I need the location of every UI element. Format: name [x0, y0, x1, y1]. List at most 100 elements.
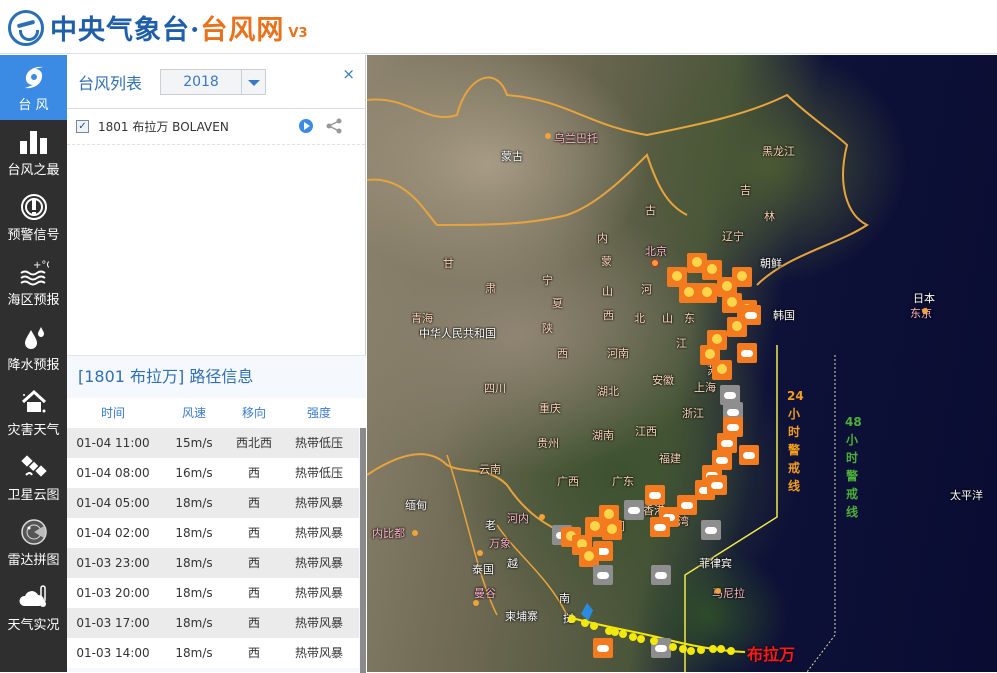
table-row[interactable]: 01-03 17:00 18m/s 西 热带风暴 — [67, 608, 359, 638]
track-point[interactable] — [687, 647, 695, 655]
city-marker[interactable] — [652, 260, 658, 266]
track-point[interactable] — [568, 615, 576, 623]
rain-weather-icon[interactable] — [737, 343, 757, 363]
sidebar-item-typhoon[interactable]: 台 风 — [0, 55, 67, 120]
typhoon-list-item[interactable]: ✓ 1801 布拉万 BOLAVEN — [67, 109, 365, 145]
track-point[interactable] — [717, 645, 725, 653]
typhoon-checkbox[interactable]: ✓ — [76, 120, 89, 133]
province-label: 安徽 — [652, 374, 674, 387]
track-point[interactable] — [727, 647, 735, 655]
sunny-weather-icon[interactable] — [602, 520, 622, 540]
satellite-icon — [19, 453, 49, 481]
rain-weather-icon[interactable] — [739, 445, 759, 465]
map-view[interactable]: 蒙古中华人民共和国朝鲜韩国日本缅甸老越挝南泰国柬埔寨菲律宾太平洋黑龙江吉林辽宁内… — [367, 55, 997, 672]
track-point[interactable] — [590, 622, 598, 630]
province-label: 福建 — [659, 452, 681, 465]
sidebar-item-warning-signal[interactable]: 预警信号 — [0, 185, 67, 250]
share-icon[interactable] — [325, 117, 343, 135]
track-point[interactable] — [619, 630, 627, 638]
sunny-weather-icon[interactable] — [697, 283, 717, 303]
cloudy-weather-icon[interactable] — [651, 565, 671, 585]
site-title-main: 中央气象台· — [50, 15, 201, 46]
country-label: 蒙古 — [501, 150, 523, 163]
cell-time: 01-04 02:00 — [76, 526, 150, 540]
province-label: 云南 — [479, 463, 501, 476]
site-title-sub: 台风网 — [200, 15, 285, 46]
city-marker[interactable] — [545, 133, 551, 139]
table-row[interactable]: 01-04 08:00 16m/s 西 热带低压 — [67, 458, 359, 488]
province-label: 山 — [662, 312, 673, 325]
sidebar-item-satellite[interactable]: 卫星云图 — [0, 445, 67, 510]
column-header-time: 时间 — [100, 406, 125, 420]
table-row[interactable]: 01-04 11:00 15m/s 西北西 热带低压 — [67, 428, 359, 458]
chevron-down-icon[interactable] — [241, 69, 265, 94]
table-row[interactable]: 01-04 05:00 18m/s 西 热带风暴 — [67, 488, 359, 518]
sunny-weather-icon[interactable] — [679, 283, 699, 303]
city-marker[interactable] — [539, 514, 545, 520]
cell-wind-speed: 15m/s — [175, 436, 213, 450]
city-marker[interactable] — [715, 588, 721, 594]
cell-intensity: 热带低压 — [294, 436, 343, 450]
cell-wind-speed: 18m/s — [175, 496, 213, 510]
province-label: 甘 — [443, 257, 454, 270]
sidebar-item-disaster-weather[interactable]: 灾害天气 — [0, 380, 67, 445]
table-row[interactable]: 01-03 20:00 18m/s 西 热带风暴 — [67, 578, 359, 608]
rain-weather-icon[interactable] — [645, 485, 665, 505]
typhoon-map-label[interactable]: 布拉万 — [747, 641, 795, 665]
track-point[interactable] — [650, 637, 658, 645]
header: 中央气象台· 台风网 V3 — [0, 0, 997, 54]
country-border — [367, 153, 688, 227]
warning-24h-text: 小时警戒线 — [787, 407, 800, 493]
rain-weather-icon[interactable] — [707, 475, 727, 495]
table-row[interactable]: 01-03 14:00 18m/s 西 热带风暴 — [67, 638, 359, 668]
sunny-weather-icon[interactable] — [579, 547, 599, 567]
province-label: 河 — [641, 283, 652, 296]
track-point[interactable] — [611, 628, 619, 636]
play-icon[interactable] — [299, 119, 313, 133]
country-border — [367, 76, 869, 286]
track-point[interactable] — [679, 645, 687, 653]
close-button[interactable]: × — [342, 65, 355, 83]
column-header-direction: 移向 — [241, 406, 266, 420]
cloudy-weather-icon[interactable] — [701, 520, 721, 540]
cell-intensity: 热带风暴 — [294, 586, 343, 600]
rain-weather-icon[interactable] — [593, 638, 613, 658]
track-point[interactable] — [669, 643, 677, 651]
track-point[interactable] — [629, 633, 637, 641]
table-row[interactable]: 01-03 23:00 18m/s 西 热带风暴 — [67, 548, 359, 578]
rain-weather-icon[interactable] — [677, 495, 697, 515]
sidebar-item-rain-forecast[interactable]: 降水预报 — [0, 315, 67, 380]
city-label: 万象 — [489, 537, 511, 550]
rain-weather-icon[interactable] — [650, 517, 670, 537]
province-label: 吉 — [740, 184, 751, 197]
cell-wind-speed: 16m/s — [175, 466, 213, 480]
track-point[interactable] — [637, 635, 645, 643]
city-marker[interactable] — [473, 600, 479, 606]
rain-weather-icon[interactable] — [741, 305, 761, 325]
scrollbar[interactable] — [360, 428, 366, 673]
typhoon-icon — [19, 63, 49, 91]
sidebar-item-radar[interactable]: 雷达拼图 — [0, 510, 67, 575]
sidebar-item-typhoon-records[interactable]: 台风之最 — [0, 120, 67, 185]
year-select[interactable]: 2018 — [160, 68, 267, 95]
table-row[interactable]: 01-04 02:00 18m/s 西 热带风暴 — [67, 518, 359, 548]
cell-direction: 西 — [247, 616, 260, 630]
warning-48h-text: 小时警戒线 — [845, 433, 858, 519]
warning-24h-label: 24 小时警戒线 — [787, 387, 804, 495]
sunny-weather-icon[interactable] — [712, 360, 732, 380]
city-marker[interactable] — [477, 550, 483, 556]
cell-intensity: 热带风暴 — [294, 496, 343, 510]
cloudy-weather-icon[interactable] — [624, 500, 644, 520]
track-point[interactable] — [697, 646, 705, 654]
city-marker[interactable] — [412, 530, 418, 536]
cell-time: 01-04 05:00 — [76, 496, 150, 510]
cell-direction: 西 — [247, 586, 260, 600]
sunny-weather-icon[interactable] — [732, 267, 752, 287]
sidebar-item-sea-forecast[interactable]: +°C 海区预报 — [0, 250, 67, 315]
city-marker[interactable] — [922, 308, 928, 314]
province-label: 山 — [602, 285, 613, 298]
cloudy-weather-icon[interactable] — [593, 565, 613, 585]
sidebar-item-weather-live[interactable]: 天气实况 — [0, 575, 67, 640]
track-point[interactable] — [709, 645, 717, 653]
site-logo[interactable]: 中央气象台· 台风网 V3 — [8, 8, 308, 47]
